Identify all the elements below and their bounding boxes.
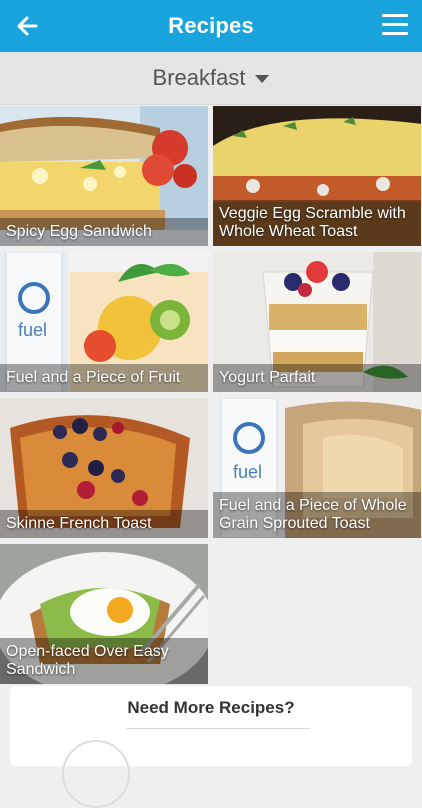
recipe-tile[interactable]: fuel Fuel and a Piece of Fruit bbox=[0, 252, 208, 392]
category-selector[interactable]: Breakfast bbox=[0, 52, 422, 105]
caret-down-icon bbox=[255, 75, 270, 84]
recipe-title: Spicy Egg Sandwich bbox=[0, 218, 208, 246]
page-title: Recipes bbox=[168, 13, 254, 38]
svg-text:fuel: fuel bbox=[18, 320, 47, 340]
recipe-title: Open-faced Over Easy Sandwich bbox=[0, 638, 208, 684]
recipe-tile[interactable]: Spicy Egg Sandwich bbox=[0, 106, 208, 246]
recipe-title: Yogurt Parfait bbox=[213, 364, 421, 392]
app-bar: Recipes bbox=[0, 0, 422, 52]
svg-text:fuel: fuel bbox=[233, 462, 262, 482]
recipe-tile[interactable]: Yogurt Parfait bbox=[213, 252, 421, 392]
category-label: Breakfast bbox=[152, 65, 246, 90]
recipe-tile[interactable]: fuel Fuel and a Piece of Whole Grain Spr… bbox=[213, 398, 421, 538]
recipe-tile[interactable]: Open-faced Over Easy Sandwich bbox=[0, 544, 208, 684]
more-recipes-title: Need More Recipes? bbox=[127, 698, 295, 717]
recipe-title: Fuel and a Piece of Whole Grain Sprouted… bbox=[213, 492, 421, 538]
hamburger-icon bbox=[382, 14, 408, 17]
recipe-tile[interactable]: Skinne French Toast bbox=[0, 398, 208, 538]
recipe-title: Skinne French Toast bbox=[0, 510, 208, 538]
more-recipes-card[interactable]: Need More Recipes? bbox=[10, 686, 412, 808]
recipe-title: Veggie Egg Scramble with Whole Wheat Toa… bbox=[213, 200, 421, 246]
card-graphic bbox=[62, 740, 130, 808]
divider bbox=[126, 728, 310, 729]
menu-button[interactable] bbox=[382, 14, 408, 38]
recipe-title: Fuel and a Piece of Fruit bbox=[0, 364, 208, 392]
recipe-tile[interactable]: Veggie Egg Scramble with Whole Wheat Toa… bbox=[213, 106, 421, 246]
